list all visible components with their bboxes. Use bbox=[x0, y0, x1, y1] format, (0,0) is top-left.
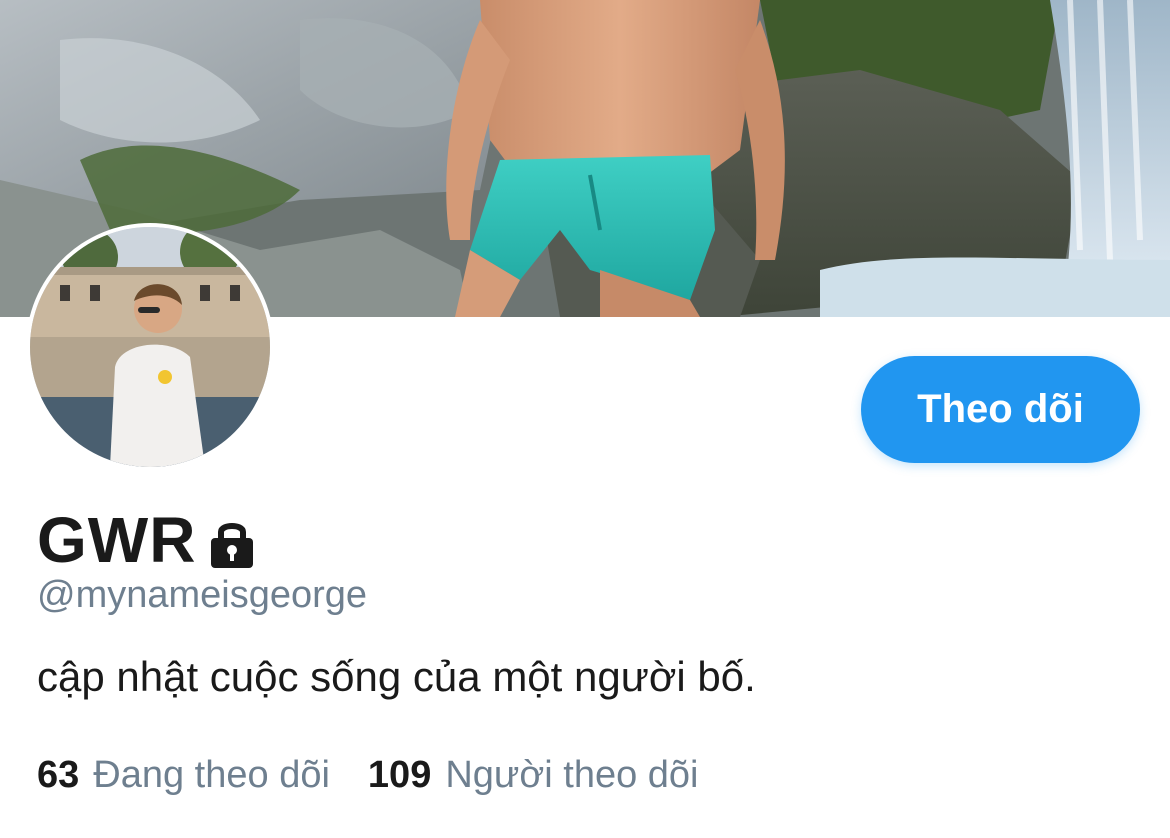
following-link[interactable]: 63 Đang theo dõi bbox=[37, 754, 330, 797]
followers-count: 109 bbox=[367, 754, 432, 796]
username-handle: @mynameisgeorge bbox=[37, 574, 368, 616]
display-name-row: GWR bbox=[37, 500, 256, 580]
avatar-image bbox=[30, 227, 270, 467]
follow-button[interactable]: Theo dõi bbox=[861, 356, 1140, 463]
profile-stats: 63 Đang theo dõi 109 Người theo dõi bbox=[37, 754, 699, 797]
followers-link[interactable]: 109 Người theo dõi bbox=[368, 754, 699, 797]
lock-icon bbox=[208, 518, 256, 570]
profile-bio: cập nhật cuộc sống của một người bố. bbox=[37, 653, 756, 700]
following-count: 63 bbox=[37, 754, 80, 796]
avatar[interactable] bbox=[26, 223, 274, 471]
display-name: GWR bbox=[37, 504, 197, 576]
followers-label: Người theo dõi bbox=[445, 754, 699, 796]
profile-page: Theo dõi GWR @mynameisgeorge cập nhật cu… bbox=[0, 0, 1170, 838]
following-label: Đang theo dõi bbox=[93, 754, 330, 796]
